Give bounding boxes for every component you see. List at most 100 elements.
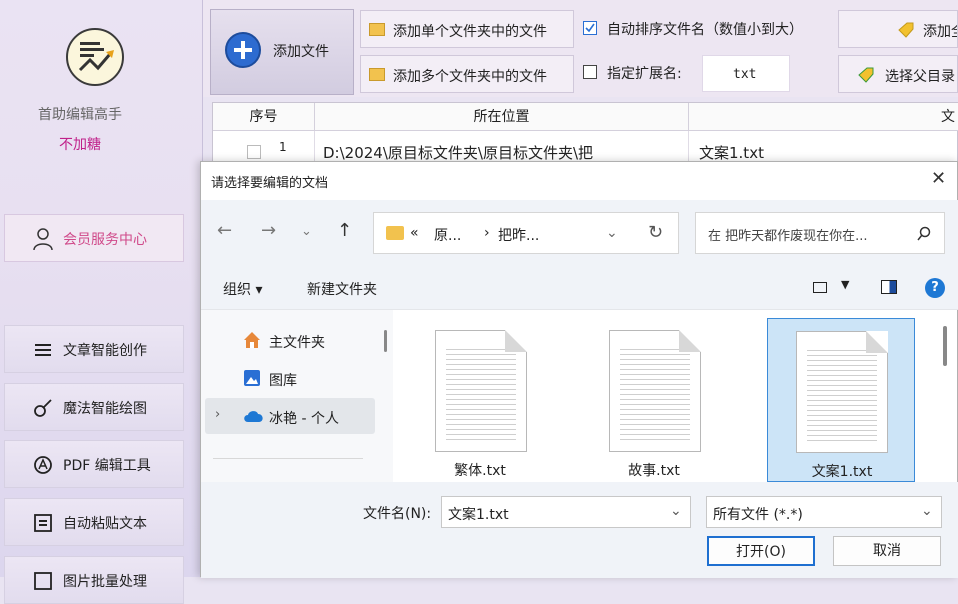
gallery-icon	[244, 370, 260, 386]
sidebar-item-label: 自动粘贴文本	[63, 516, 147, 532]
file-name: 文案1.txt	[811, 464, 873, 480]
text-file-icon	[609, 330, 701, 452]
image-icon	[34, 572, 52, 590]
help-icon[interactable]: ?	[925, 278, 945, 298]
tag-icon	[858, 67, 874, 83]
sidebar: 首助编辑高手 不加糖 会员服务中心 文章智能创作 魔法智能绘图 PDF 编辑工具…	[0, 0, 203, 604]
expand-arrow-icon[interactable]: ›	[215, 407, 220, 422]
forward-arrow-icon[interactable]: →	[261, 220, 276, 241]
close-icon[interactable]: ✕	[931, 168, 946, 189]
cloud-icon	[244, 411, 263, 422]
check-icon	[585, 23, 595, 33]
add-file-button[interactable]: 添加文件	[210, 9, 354, 95]
dialog-command-bar: 组织 ▾ 新建文件夹 ▼ ?	[201, 266, 958, 310]
file-view: 繁体.txt 故事.txt 文案1.txt	[395, 310, 951, 482]
file-name: 故事.txt	[628, 463, 680, 479]
nav-item-gallery[interactable]: 图库	[215, 360, 375, 396]
row-checkbox[interactable]	[247, 145, 261, 159]
column-header-filename[interactable]: 文	[689, 103, 958, 131]
nav-item-onedrive[interactable]: › 冰艳 - 个人	[205, 398, 375, 434]
sidebar-item-drawing[interactable]: 魔法智能绘图	[4, 383, 184, 431]
address-bar[interactable]: « 原... › 把昨... ⌄ ↻	[373, 212, 679, 254]
extension-value: txt	[733, 67, 757, 82]
new-folder-button[interactable]: 新建文件夹	[307, 279, 377, 299]
column-header-index[interactable]: 序号	[213, 103, 315, 131]
file-view-scrollbar[interactable]	[943, 326, 947, 366]
ext-label: 指定扩展名:	[607, 66, 682, 82]
cancel-button[interactable]: 取消	[833, 536, 941, 566]
sidebar-item-label: PDF 编辑工具	[63, 458, 151, 474]
chevron-down-icon[interactable]: ▼	[841, 278, 849, 291]
select-parent-label: 选择父目录	[885, 69, 955, 85]
plus-icon	[225, 32, 261, 68]
app-subtitle: 不加糖	[59, 137, 101, 153]
open-button[interactable]: 打开(O)	[707, 536, 815, 566]
filename-label: 文件名(N):	[363, 506, 432, 522]
chevron-down-icon[interactable]: ⌄	[921, 503, 933, 519]
add-single-folder-label: 添加单个文件夹中的文件	[393, 24, 547, 40]
chevron-down-icon[interactable]: ⌄	[301, 224, 312, 239]
chevron-down-icon[interactable]: ⌄	[670, 503, 682, 519]
auto-sort-checkbox[interactable]	[583, 21, 597, 35]
app-name: 首助编辑高手	[38, 107, 122, 123]
menu-lines-icon	[35, 344, 51, 356]
paste-icon	[34, 514, 52, 532]
dialog-title: 请选择要编辑的文档	[211, 176, 329, 191]
back-arrow-icon[interactable]: ←	[217, 220, 232, 241]
table-row[interactable]: 1	[213, 131, 315, 163]
column-header-location[interactable]: 所在位置	[315, 103, 689, 131]
file-item-selected[interactable]: 文案1.txt	[767, 318, 915, 482]
file-item[interactable]: 故事.txt	[589, 316, 719, 482]
breadcrumb-item[interactable]: 把昨...	[498, 225, 539, 245]
navigation-pane: 主文件夹 图库 › 冰艳 - 个人	[201, 310, 393, 482]
filetype-select[interactable]: 所有文件 (*.*) ⌄	[706, 496, 942, 528]
nav-item-label: 图库	[269, 373, 297, 389]
file-open-dialog: 请选择要编辑的文档 ✕ ← → ⌄ ↑ « 原... › 把昨... ⌄ ↻ 在…	[200, 161, 958, 578]
organize-button[interactable]: 组织 ▾	[223, 279, 262, 299]
preview-pane-icon[interactable]	[881, 280, 897, 294]
add-all-label: 添加全	[923, 24, 957, 40]
sidebar-item-paste[interactable]: 自动粘贴文本	[4, 498, 184, 546]
sidebar-item-article[interactable]: 文章智能创作	[4, 325, 184, 373]
file-item[interactable]: 繁体.txt	[415, 316, 545, 482]
refresh-icon[interactable]: ↻	[648, 222, 663, 243]
sidebar-item-label: 文章智能创作	[63, 343, 147, 359]
dialog-bottom-bar: 文件名(N): 文案1.txt ⌄ 所有文件 (*.*) ⌄ 打开(O) 取消	[201, 482, 958, 578]
ext-checkbox[interactable]	[583, 65, 597, 79]
member-center-button[interactable]: 会员服务中心	[4, 214, 184, 262]
sidebar-item-label: 魔法智能绘图	[63, 401, 147, 417]
filename-value: 文案1.txt	[448, 507, 509, 523]
search-icon[interactable]	[916, 226, 932, 242]
text-file-icon	[435, 330, 527, 452]
user-icon	[33, 228, 53, 251]
breadcrumb-item[interactable]: 原...	[434, 225, 461, 245]
nav-item-label: 主文件夹	[269, 335, 325, 351]
file-name: 繁体.txt	[454, 463, 506, 479]
extension-input[interactable]: txt	[702, 55, 790, 92]
folder-icon	[386, 226, 404, 240]
add-multi-folder-button[interactable]: 添加多个文件夹中的文件	[360, 55, 574, 93]
add-all-button[interactable]: 添加全	[838, 10, 958, 48]
search-placeholder: 在 把昨天都作废现在你在...	[708, 229, 868, 244]
up-arrow-icon[interactable]: ↑	[337, 220, 352, 241]
filename-input[interactable]: 文案1.txt ⌄	[441, 496, 691, 528]
row-filename: 文案1.txt	[699, 144, 764, 162]
nav-divider	[213, 458, 363, 459]
view-icon[interactable]	[813, 282, 827, 293]
folder-icon	[369, 68, 385, 81]
pdf-icon	[34, 456, 52, 474]
nav-item-home[interactable]: 主文件夹	[215, 322, 375, 358]
brush-icon	[34, 399, 52, 417]
sidebar-item-pdf[interactable]: PDF 编辑工具	[4, 440, 184, 488]
select-parent-button[interactable]: 选择父目录	[838, 55, 958, 93]
chevron-down-icon[interactable]: ⌄	[606, 225, 618, 241]
sidebar-item-label: 图片批量处理	[63, 574, 147, 590]
search-input[interactable]: 在 把昨天都作废现在你在...	[695, 212, 945, 254]
breadcrumb-prefix: «	[410, 225, 419, 241]
add-multi-folder-label: 添加多个文件夹中的文件	[393, 69, 547, 85]
nav-scrollbar[interactable]	[384, 330, 387, 352]
nav-item-label: 冰艳 - 个人	[269, 411, 339, 427]
home-icon	[244, 332, 260, 348]
sidebar-item-image[interactable]: 图片批量处理	[4, 556, 184, 604]
add-single-folder-button[interactable]: 添加单个文件夹中的文件	[360, 10, 574, 48]
